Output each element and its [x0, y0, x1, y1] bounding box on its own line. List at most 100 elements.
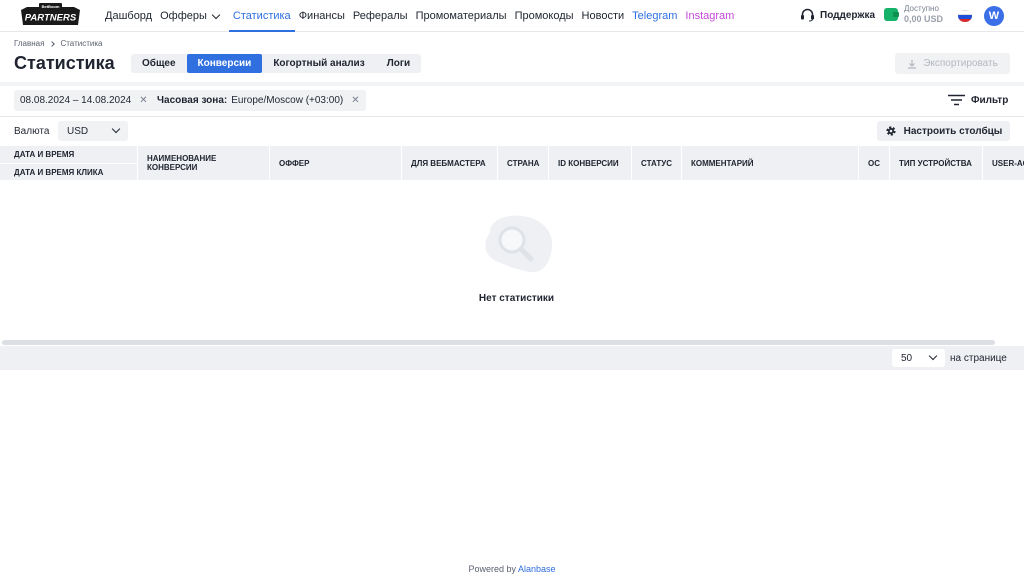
balance-label: Доступно — [904, 4, 939, 13]
export-label: Экспортировать — [923, 58, 998, 69]
per-page-select[interactable]: 50 — [892, 349, 945, 367]
download-icon — [908, 59, 917, 69]
nav-link-referrals[interactable]: Рефералы — [349, 0, 412, 32]
chevron-down-icon — [928, 351, 938, 361]
chevron-right-icon — [49, 40, 56, 47]
close-icon[interactable]: ✕ — [351, 95, 359, 106]
tab-label: Когортный анализ — [273, 58, 365, 69]
headset-icon — [801, 8, 814, 22]
betboom-partners-logo[interactable]: BetBoom PARTNERS — [19, 3, 82, 29]
nav-link-offers[interactable]: Офферы — [156, 0, 223, 32]
timezone-value: Europe/Moscow (+03:00) — [231, 95, 344, 106]
header-status: СТАТУС — [641, 158, 672, 168]
nav-link-label: Финансы — [298, 10, 345, 22]
filter-icon — [948, 94, 965, 106]
nav-link-news[interactable]: Новости — [578, 0, 629, 32]
tab-general[interactable]: Общее — [131, 54, 187, 73]
nav-link-promo-materials[interactable]: Промоматериалы — [412, 0, 511, 32]
nav-link-label: Telegram — [632, 10, 678, 22]
nav-link-instagram[interactable]: Instagram — [681, 0, 738, 32]
conversion-id-column-header[interactable]: ID КОНВЕРСИИ — [548, 146, 631, 180]
nav-link-promocodes[interactable]: Промокоды — [511, 0, 578, 32]
nav-link-finance[interactable]: Финансы — [295, 0, 349, 32]
nav-link-label: Дашборд — [105, 10, 153, 22]
currency-select[interactable]: USD — [58, 121, 128, 141]
horizontal-scrollbar[interactable] — [2, 340, 995, 345]
breadcrumb-home[interactable]: Главная — [14, 39, 44, 48]
chevron-down-icon — [111, 124, 121, 134]
support-label: Поддержка — [820, 9, 876, 21]
header-device-type: ТИП УСТРОЙСТВА — [899, 158, 972, 168]
user-avatar[interactable]: W — [984, 6, 1004, 26]
header-conversion-name-line1: НАИМЕНОВАНИЕ — [147, 154, 217, 163]
header-user-agent: USER-AG — [992, 158, 1024, 168]
filter-button[interactable]: Фильтр — [948, 94, 1008, 106]
top-navigation: BetBoom PARTNERS Дашборд Офферы Статисти… — [0, 0, 1024, 32]
currency-value: USD — [67, 125, 89, 137]
header-country: СТРАНА — [507, 158, 540, 168]
tab-logs[interactable]: Логи — [376, 54, 421, 73]
header-os: ОС — [868, 158, 880, 168]
configure-columns-button[interactable]: Настроить столбцы — [877, 121, 1010, 141]
export-button[interactable]: Экспортировать — [895, 53, 1010, 74]
avatar-letter: W — [988, 10, 1000, 22]
nav-link-label: Промоматериалы — [415, 10, 507, 22]
offer-column-header[interactable]: ОФФЕР — [269, 146, 401, 180]
wallet-icon — [884, 7, 899, 21]
os-column-header[interactable]: ОС — [858, 146, 889, 180]
currency-label: Валюта — [14, 126, 50, 137]
nav-link-dashboard[interactable]: Дашборд — [101, 0, 156, 32]
close-icon[interactable]: ✕ — [139, 95, 147, 106]
per-page-value: 50 — [901, 352, 913, 364]
header-conversion-id: ID КОНВЕРСИИ — [558, 158, 619, 168]
status-column-header[interactable]: СТАТУС — [631, 146, 681, 180]
nav-link-label: Новости — [581, 10, 625, 22]
conversion-name-column-header[interactable]: НАИМЕНОВАНИЕ КОНВЕРСИИ — [137, 146, 269, 180]
comment-column-header[interactable]: КОММЕНТАРИЙ — [681, 146, 858, 180]
nav-link-label: Статистика — [232, 10, 291, 22]
tab-conversions[interactable]: Конверсии — [186, 54, 263, 73]
chevron-down-icon — [211, 10, 221, 19]
footer: Powered by Alanbase — [0, 564, 1024, 574]
header-datetime: ДАТА И ВРЕМЯ — [14, 150, 75, 159]
alanbase-link[interactable]: Alanbase — [518, 564, 556, 574]
tab-label: Конверсии — [197, 58, 252, 69]
user-agent-column-header[interactable]: USER-AG — [982, 146, 1024, 180]
tab-label: Логи — [386, 58, 411, 69]
tab-cohort-analysis[interactable]: Когортный анализ — [262, 54, 375, 73]
support-link[interactable]: Поддержка — [800, 8, 875, 22]
pagination-bar — [0, 346, 1024, 370]
filters-divider — [0, 116, 1024, 117]
balance-widget[interactable]: Доступно 0,00 USD — [884, 4, 943, 24]
table-header: ДАТА И ВРЕМЯ ДАТА И ВРЕМЯ КЛИКА НАИМЕНОВ… — [0, 146, 1024, 180]
filter-label: Фильтр — [971, 94, 1009, 106]
webmaster-column-header[interactable]: ДЛЯ ВЕБМАСТЕРА — [401, 146, 497, 180]
page-title: Статистика — [14, 53, 115, 73]
date-range-chip[interactable]: 08.08.2024 – 14.08.2024 ✕ — [14, 90, 154, 111]
section-divider — [0, 82, 1024, 86]
gear-icon — [886, 126, 896, 136]
header-click-datetime: ДАТА И ВРЕМЯ КЛИКА — [14, 168, 104, 177]
datetime-column-header[interactable]: ДАТА И ВРЕМЯ ДАТА И ВРЕМЯ КЛИКА — [0, 146, 137, 180]
empty-state-text: Нет статистики — [478, 293, 555, 304]
balance-amount: 0,00 USD — [904, 14, 944, 24]
breadcrumb-current: Статистика — [60, 39, 103, 48]
empty-search-illustration — [485, 215, 553, 273]
logo-small-text: BetBoom — [42, 4, 60, 9]
nav-link-statistics[interactable]: Статистика — [228, 0, 295, 32]
breadcrumb: Главная Статистика — [14, 39, 102, 48]
header-offer: ОФФЕР — [279, 158, 310, 168]
logo-main-text: PARTNERS — [25, 13, 77, 24]
configure-columns-label: Настроить столбцы — [903, 125, 1003, 137]
nav-link-label: Офферы — [160, 10, 207, 22]
per-page-label: на странице — [950, 353, 1007, 364]
header-webmaster: ДЛЯ ВЕБМАСТЕРА — [411, 158, 486, 168]
nav-link-telegram[interactable]: Telegram — [628, 0, 681, 32]
russian-flag-icon[interactable] — [958, 10, 972, 22]
device-type-column-header[interactable]: ТИП УСТРОЙСТВА — [889, 146, 982, 180]
timezone-chip[interactable]: Часовая зона: Europe/Moscow (+03:00) ✕ — [151, 90, 366, 111]
country-column-header[interactable]: СТРАНА — [497, 146, 548, 180]
nav-link-label: Промокоды — [514, 10, 574, 22]
nav-link-label: Рефералы — [352, 10, 408, 22]
header-conversion-name-line2: КОНВЕРСИИ — [147, 163, 198, 172]
